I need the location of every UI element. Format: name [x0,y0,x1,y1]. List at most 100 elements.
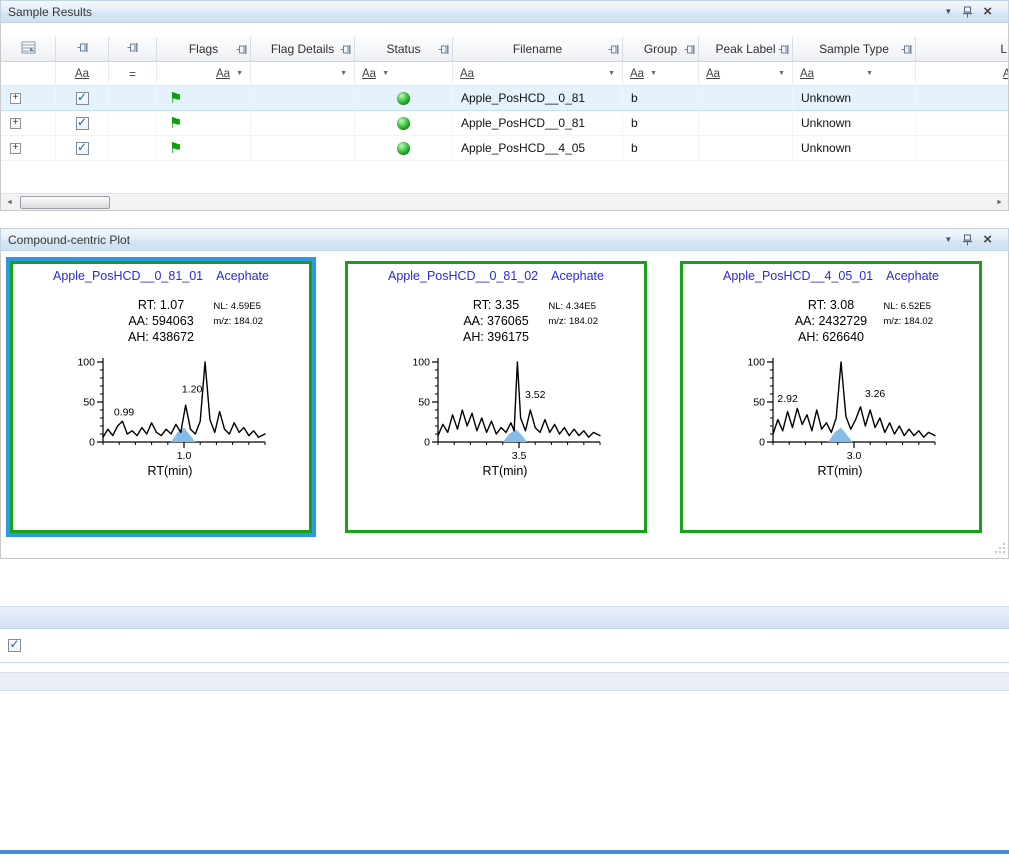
pin-icon[interactable] [901,44,912,55]
svg-text:0: 0 [424,437,430,449]
table-row[interactable]: + ✓ ⚑ Apple_PosHCD__0_81 b Unknown [1,86,1008,111]
header-checkbox-column[interactable] [56,37,109,61]
plot-stats: RT: 1.07 AA: 594063 AH: 438672 [13,297,309,345]
scroll-left-button[interactable]: ◄ [1,194,18,210]
header-peak-label[interactable]: Peak Label [699,37,793,61]
plus-icon: + [12,117,19,128]
lower-table-row[interactable]: ✓ [0,629,1009,663]
row-checkbox[interactable]: ✓ [75,90,89,105]
compound-plot-card[interactable]: Apple_PosHCD__0_81_01 Acephate NL: 4.59E5… [10,261,312,533]
text-filter-icon: Aa [800,67,815,80]
filter-cell-flags[interactable]: Aa ▼ [157,62,251,85]
filter-dropdown-icon[interactable]: ▼ [608,70,615,77]
mz-value: m/z: 184.02 [883,315,933,327]
filter-dropdown-icon[interactable]: ▼ [650,70,657,77]
filter-dropdown-icon[interactable]: ▼ [382,70,389,77]
x-axis-label: RT(min) [147,464,193,478]
column-header-row: Flags Flag Details Status Filename Group… [1,37,1008,62]
header-flag-details[interactable]: Flag Details [251,37,355,61]
sample-results-panel: Sample Results ▼ × Flags Flag Details St… [0,0,1009,211]
header-label: Flag Details [270,42,335,56]
header-filename[interactable]: Filename [453,37,623,61]
resize-grip[interactable] [993,543,1005,555]
filter-cell-clipped[interactable]: Aa [916,62,1008,85]
header-label: Flags [188,42,219,56]
filter-cell-group[interactable]: Aa ▼ [623,62,699,85]
table-row[interactable]: + ✓ ⚑ Apple_PosHCD__0_81 b Unknown [1,111,1008,136]
plot-compound-name: Acephate [551,269,604,283]
row-pin-cell [109,136,157,160]
table-row[interactable]: + ✓ ⚑ Apple_PosHCD__4_05 b Unknown [1,136,1008,161]
pin-icon[interactable] [608,44,619,55]
row-group-cell: b [623,86,699,110]
panel-title: Compound-centric Plot [8,232,131,247]
svg-text:100: 100 [77,357,95,369]
filter-dropdown-icon[interactable]: ▼ [236,70,243,77]
scroll-right-button[interactable]: ► [991,194,1008,210]
svg-text:3.0: 3.0 [847,450,862,462]
row-filename-cell: Apple_PosHCD__0_81 [453,86,623,110]
close-icon[interactable]: × [983,4,992,19]
pin-icon[interactable] [438,44,449,55]
svg-text:50: 50 [418,397,430,409]
filter-cell-peak-label[interactable]: Aa ▼ [699,62,793,85]
compound-plot-card[interactable]: Apple_PosHCD__4_05_01 Acephate NL: 6.52E5… [680,261,982,533]
row-status-cell [355,136,453,160]
pin-icon[interactable] [340,44,351,55]
window-position-dropdown-icon[interactable]: ▼ [944,235,952,244]
row-checkbox[interactable]: ✓ [75,116,89,130]
row-sample-type-cell: Unknown [793,86,916,110]
x-axis-label: RT(min) [482,464,528,478]
header-label: L [1000,42,1007,56]
pin-icon[interactable] [778,44,789,55]
plot-title: Apple_PosHCD__4_05_01 Acephate [683,269,979,283]
chromatogram-plot: 0 50 100 3.0 2.92 3.26 [683,354,979,464]
group-value: b [631,91,638,105]
expand-button[interactable]: + [10,92,21,104]
compound-plot-card[interactable]: Apple_PosHCD__0_81_02 Acephate NL: 4.34E5… [345,261,647,533]
pin-icon[interactable] [962,234,973,246]
filter-cell-checkbox[interactable]: Aa [56,62,109,85]
scrollbar-thumb[interactable] [20,195,110,209]
pin-icon[interactable] [684,44,695,55]
header-group[interactable]: Group [623,37,699,61]
expand-button[interactable]: + [10,117,21,129]
filter-cell-filename[interactable]: Aa ▼ [453,62,623,85]
header-status[interactable]: Status [355,37,453,61]
row-flags-cell: ⚑ [157,86,251,110]
header-clipped-column[interactable]: L [916,37,1008,61]
row-checkbox[interactable]: ✓ [75,141,89,155]
header-sample-type[interactable]: Sample Type [793,37,916,61]
header-flags[interactable]: Flags [157,37,251,61]
row-status-cell [355,86,453,110]
check-icon: ✓ [76,90,88,104]
header-select-all[interactable] [1,37,56,61]
row-check-cell: ✓ [56,136,109,160]
text-filter-icon: Aa [1003,68,1008,80]
close-icon[interactable]: × [983,232,992,247]
ah-value: AH: 438672 [127,330,195,344]
horizontal-scrollbar[interactable]: ◄ ► [1,193,1008,210]
select-all-icon [21,41,36,57]
row-group-cell: b [623,136,699,160]
window-position-dropdown-icon[interactable]: ▼ [944,7,952,16]
pin-icon[interactable] [962,6,973,18]
svg-text:50: 50 [83,397,95,409]
filter-cell-status[interactable]: Aa ▼ [355,62,453,85]
filter-dropdown-icon[interactable]: ▼ [340,70,347,77]
filter-dropdown-icon[interactable]: ▼ [778,70,785,77]
filter-cell-sample-type[interactable]: Aa ▼ [793,62,916,85]
plot-sample-name: Apple_PosHCD__0_81_02 [388,269,539,283]
scrollbar-track[interactable] [110,194,991,210]
sample-type-value: Unknown [801,116,852,130]
grid-empty-area [1,161,1008,193]
filter-cell-flag-details[interactable]: ▼ [251,62,355,85]
expand-button[interactable]: + [10,142,21,154]
row-pin-cell [109,86,157,110]
status-green-icon [397,141,410,155]
lower-row-checkbox[interactable]: ✓ [8,638,21,652]
pin-icon[interactable] [236,44,247,55]
filter-dropdown-icon[interactable]: ▼ [866,70,873,77]
header-pin-column[interactable] [109,37,157,61]
filter-cell-equals[interactable]: = [109,62,157,85]
